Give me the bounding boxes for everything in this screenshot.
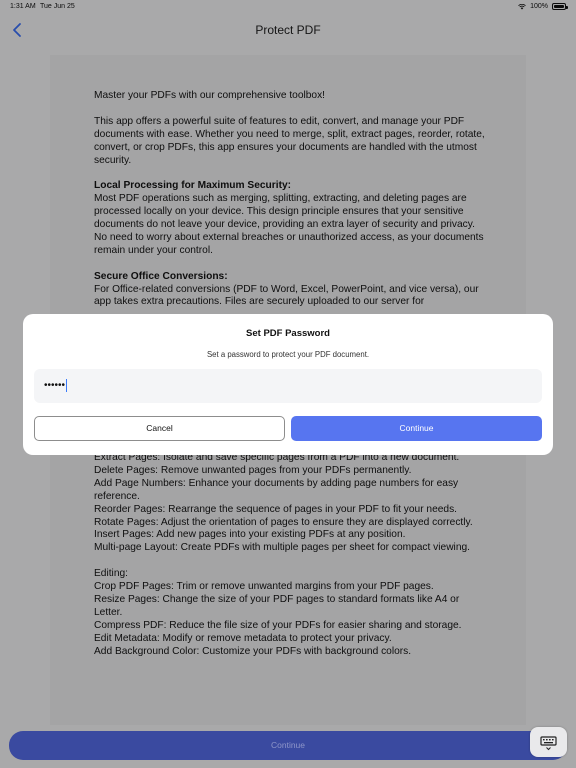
set-password-dialog: Set PDF Password Set a password to prote…	[23, 314, 553, 455]
password-input[interactable]: ••••••	[34, 369, 542, 403]
text-caret	[66, 378, 68, 392]
bottom-continue-button[interactable]: Continue	[9, 731, 567, 760]
password-value: ••••••	[44, 380, 66, 391]
dialog-title: Set PDF Password	[246, 328, 330, 339]
cancel-button[interactable]: Cancel	[34, 416, 285, 441]
keyboard-toggle-button[interactable]	[530, 727, 567, 757]
continue-button[interactable]: Continue	[291, 416, 542, 441]
keyboard-icon	[540, 736, 557, 751]
dialog-subtitle: Set a password to protect your PDF docum…	[206, 350, 370, 359]
